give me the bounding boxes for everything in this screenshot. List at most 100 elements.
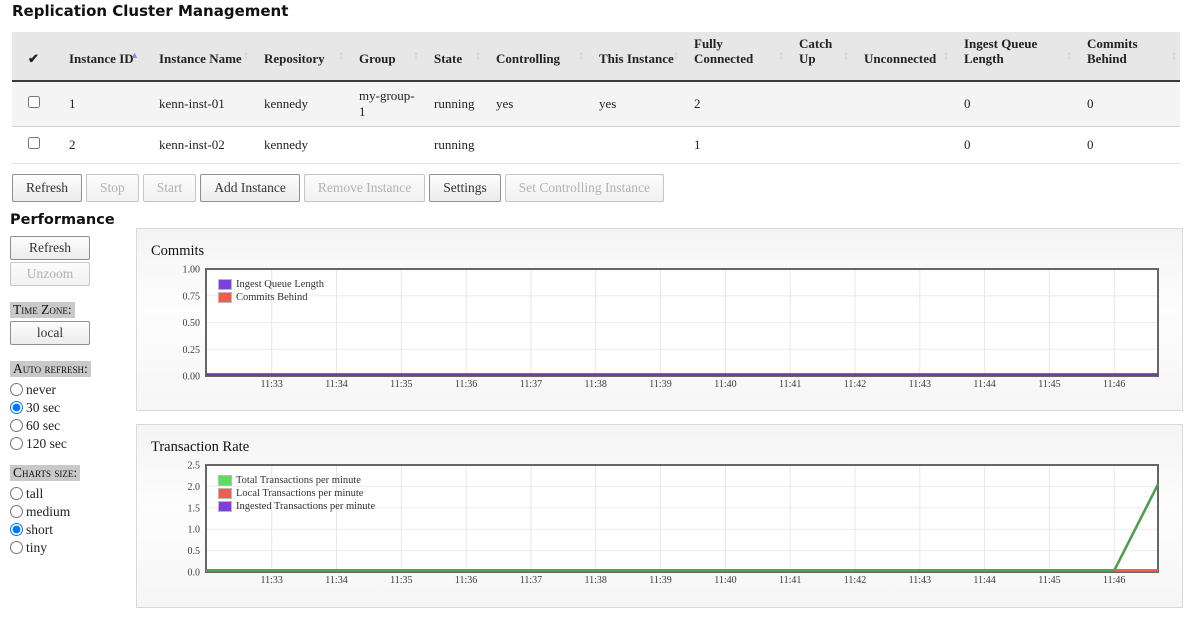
chart-refresh-button[interactable]: Refresh	[10, 236, 90, 260]
auto-refresh-option[interactable]: 30 sec	[10, 399, 132, 416]
col-header-controlling[interactable]: Controlling▲▼	[484, 32, 587, 81]
auto-refresh-option[interactable]: 60 sec	[10, 417, 132, 434]
svg-text:11:42: 11:42	[844, 379, 866, 390]
radio-label: 30 sec	[26, 399, 60, 416]
col-header-fully-connected[interactable]: Fully Connected ▲▼	[682, 32, 787, 81]
column-label: Catch Up	[799, 36, 832, 66]
table-cell: kennedy	[252, 81, 347, 127]
svg-text:11:41: 11:41	[779, 575, 801, 586]
refresh-button[interactable]: Refresh	[12, 174, 82, 202]
table-cell: my-group-1	[347, 81, 422, 127]
table-cell: running	[422, 81, 484, 127]
svg-text:11:40: 11:40	[714, 575, 736, 586]
sort-icon: ▲▼	[243, 52, 249, 62]
col-header-state[interactable]: State▲▼	[422, 32, 484, 81]
svg-text:1.00: 1.00	[183, 265, 201, 276]
svg-text:11:33: 11:33	[260, 379, 282, 390]
charts-size-radio[interactable]	[10, 541, 23, 554]
legend-label: Local Transactions per minute	[236, 488, 363, 499]
column-label: Unconnected	[864, 51, 936, 66]
auto-refresh-option[interactable]: 120 sec	[10, 435, 132, 452]
svg-text:2.0: 2.0	[188, 482, 201, 493]
charts-size-radio[interactable]	[10, 505, 23, 518]
column-label: Instance Name	[159, 51, 242, 66]
col-header-ingest-queue-length[interactable]: Ingest Queue Length▲▼	[952, 32, 1075, 81]
table-header-row: ✔ Instance ID▲ Instance Name▲▼ Repositor…	[12, 32, 1180, 81]
svg-text:11:37: 11:37	[520, 379, 542, 390]
col-header-instance-id[interactable]: Instance ID▲	[57, 32, 147, 81]
col-header-this-instance[interactable]: This Instance▲▼	[587, 32, 682, 81]
table-cell	[852, 81, 952, 127]
auto-refresh-radio[interactable]	[10, 401, 23, 414]
svg-text:11:34: 11:34	[325, 575, 347, 586]
charts-size-option[interactable]: medium	[10, 503, 132, 520]
column-label: Group	[359, 51, 396, 66]
sort-icon: ▲▼	[338, 52, 344, 62]
column-label: Commits Behind	[1087, 36, 1138, 66]
legend-label: Commits Behind	[236, 292, 307, 303]
sort-icon: ▲▼	[413, 52, 419, 62]
svg-text:11:36: 11:36	[455, 575, 477, 586]
legend-swatch-icon	[218, 279, 232, 290]
col-header-group[interactable]: Group ▲▼	[347, 32, 422, 81]
auto-refresh-radio[interactable]	[10, 437, 23, 450]
sort-icon: ▲▼	[778, 52, 784, 62]
charts-size-option[interactable]: tiny	[10, 539, 132, 556]
radio-label: 120 sec	[26, 435, 67, 452]
column-label: Fully Connected	[694, 36, 753, 66]
set-controlling-instance-button: Set Controlling Instance	[505, 174, 664, 202]
start-button: Start	[143, 174, 197, 202]
table-cell: yes	[587, 81, 682, 127]
table-cell: 1	[682, 127, 787, 164]
charts-size-radio[interactable]	[10, 487, 23, 500]
auto-refresh-radio[interactable]	[10, 383, 23, 396]
add-instance-button[interactable]: Add Instance	[200, 174, 300, 202]
auto-refresh-option[interactable]: never	[10, 381, 132, 398]
charts-size-label: Charts size:	[10, 465, 80, 481]
performance-sidebar: Refresh Unzoom Time Zone: local Auto ref…	[10, 236, 132, 557]
legend-item: Local Transactions per minute	[218, 488, 375, 499]
col-header-commits-behind[interactable]: Commits Behind▲▼	[1075, 32, 1180, 81]
charts-size-option[interactable]: short	[10, 521, 132, 538]
col-header-unconnected[interactable]: Unconnected ▲▼	[852, 32, 952, 81]
svg-text:0.50: 0.50	[183, 318, 201, 329]
table-cell: kenn-inst-01	[147, 81, 252, 127]
svg-text:11:44: 11:44	[973, 575, 995, 586]
legend-label: Ingested Transactions per minute	[236, 501, 375, 512]
sort-icon: ▲▼	[673, 52, 679, 62]
legend-label: Total Transactions per minute	[236, 475, 361, 486]
instance-row-2: 2 kenn-inst-02 kennedy running 1 0 0	[12, 127, 1180, 164]
auto-refresh-group: never 30 sec 60 sec 120 sec	[10, 381, 132, 452]
legend-label: Ingest Queue Length	[236, 279, 324, 290]
check-icon: ✔	[28, 51, 39, 66]
svg-text:11:40: 11:40	[714, 379, 736, 390]
commits-chart-panel: Commits 1.000.750.500.250.0011:3311:3411…	[136, 228, 1183, 411]
select-all-header[interactable]: ✔	[12, 32, 57, 81]
sort-icon: ▲▼	[943, 52, 949, 62]
svg-text:11:33: 11:33	[260, 575, 282, 586]
table-cell: 0	[1075, 81, 1180, 127]
col-header-repository[interactable]: Repository▲▼	[252, 32, 347, 81]
col-header-catch-up[interactable]: Catch Up▲▼	[787, 32, 852, 81]
timezone-button[interactable]: local	[10, 321, 90, 345]
auto-refresh-radio[interactable]	[10, 419, 23, 432]
legend-swatch-icon	[218, 488, 232, 499]
settings-button[interactable]: Settings	[429, 174, 501, 202]
charts-size-option[interactable]: tall	[10, 485, 132, 502]
row-checkbox[interactable]	[28, 137, 40, 149]
svg-text:0.00: 0.00	[183, 372, 201, 383]
svg-text:0.75: 0.75	[183, 291, 201, 302]
unzoom-button: Unzoom	[10, 262, 90, 286]
col-header-instance-name[interactable]: Instance Name▲▼	[147, 32, 252, 81]
table-cell: 2	[682, 81, 787, 127]
legend-item: Commits Behind	[218, 292, 324, 303]
svg-text:1.5: 1.5	[188, 503, 201, 514]
svg-text:11:41: 11:41	[779, 379, 801, 390]
table-cell: yes	[484, 81, 587, 127]
charts-size-radio[interactable]	[10, 523, 23, 536]
radio-label: tall	[26, 485, 43, 502]
svg-text:11:35: 11:35	[390, 575, 412, 586]
sort-icon: ▲▼	[475, 52, 481, 62]
row-checkbox[interactable]	[28, 96, 40, 108]
performance-heading: Performance	[10, 212, 115, 228]
